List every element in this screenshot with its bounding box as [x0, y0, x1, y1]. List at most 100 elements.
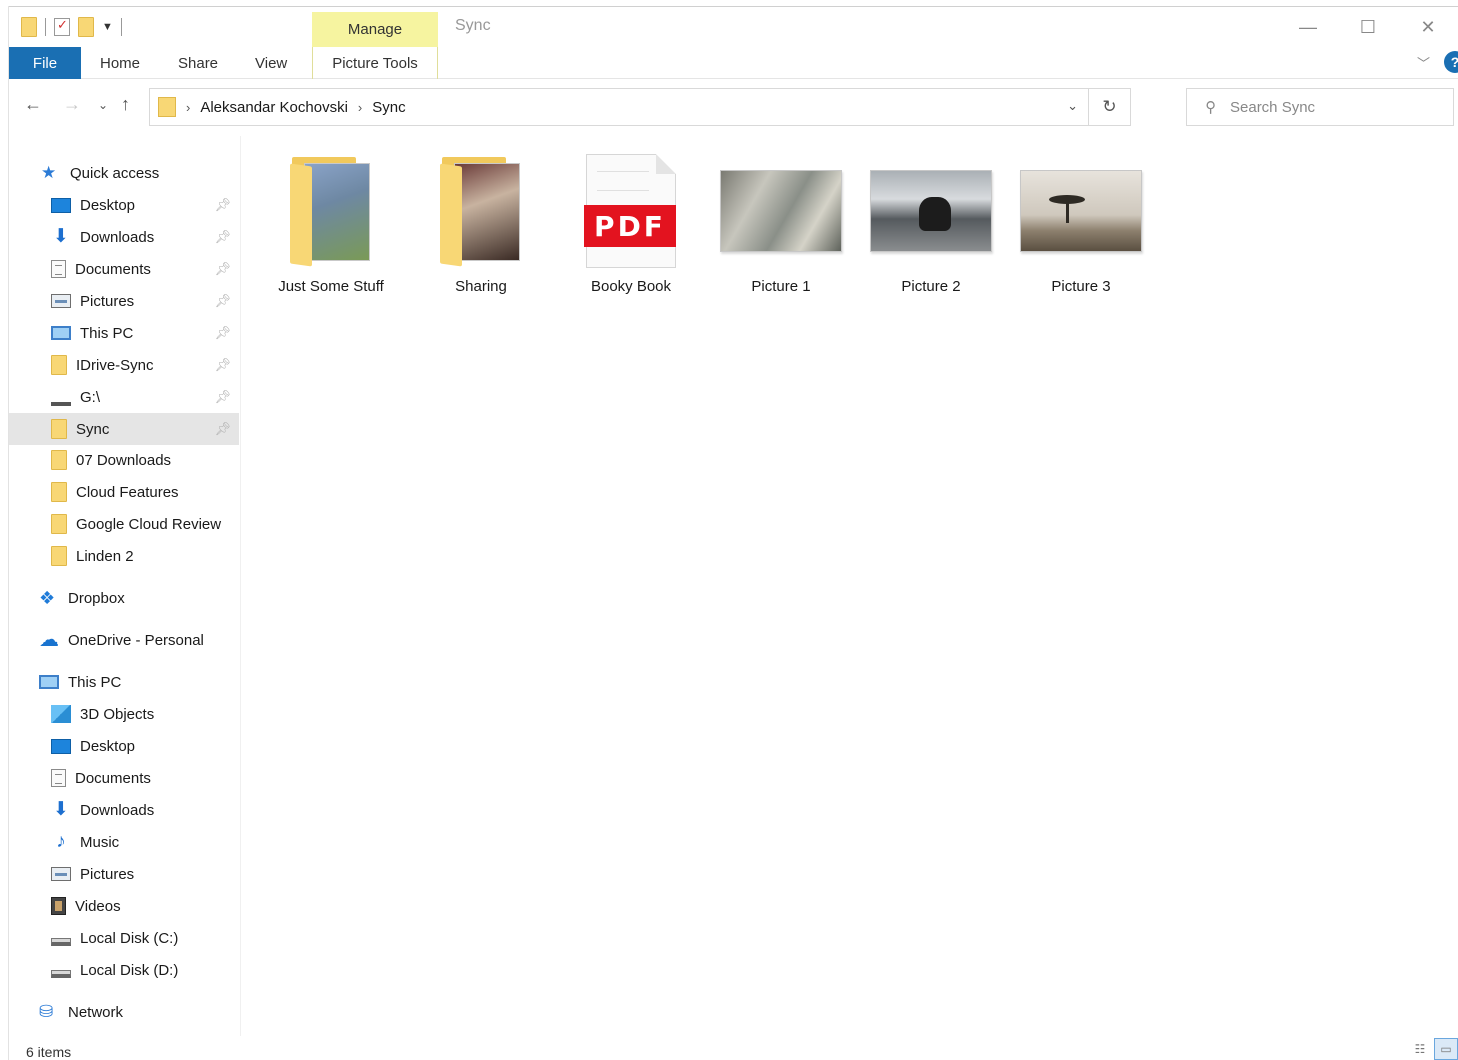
maximize-button[interactable]: ☐: [1338, 7, 1398, 47]
pin-icon[interactable]: 📌︎: [214, 293, 231, 309]
nav-pc-downloads[interactable]: ⬇ Downloads: [9, 794, 239, 826]
nav-onedrive[interactable]: ☁ OneDrive - Personal: [9, 624, 239, 656]
file-name: Sharing: [455, 278, 507, 295]
navigation-pane: ★ Quick access Desktop 📌︎ ⬇ Downloads 📌︎…: [9, 136, 241, 1036]
new-folder-icon[interactable]: [78, 17, 94, 37]
breadcrumb-sync[interactable]: Sync: [372, 99, 405, 116]
file-item-image[interactable]: Picture 1: [711, 151, 851, 301]
videos-icon: [51, 897, 66, 915]
nav-quick-pictures[interactable]: Pictures 📌︎: [9, 285, 239, 317]
star-icon: ★: [41, 163, 57, 182]
address-dropdown-icon[interactable]: ⌄: [1067, 98, 1078, 114]
nav-quick-sync[interactable]: Sync 📌︎: [9, 413, 239, 445]
nav-pc-desktop[interactable]: Desktop: [9, 730, 239, 762]
properties-icon[interactable]: [54, 17, 70, 36]
nav-quick-desktop[interactable]: Desktop 📌︎: [9, 189, 239, 221]
breadcrumb-user[interactable]: Aleksandar Kochovski: [200, 99, 348, 116]
nav-quick-google-cloud-review[interactable]: Google Cloud Review: [9, 508, 239, 540]
pin-icon[interactable]: 📌︎: [214, 421, 231, 437]
search-input[interactable]: ⚲ Search Sync: [1186, 88, 1454, 126]
pin-icon[interactable]: 📌︎: [214, 325, 231, 341]
nav-label: Desktop: [80, 196, 136, 214]
nav-label: IDrive-Sync: [76, 356, 154, 374]
nav-dropbox[interactable]: ❖ Dropbox: [9, 582, 239, 614]
tab-picture-tools[interactable]: Picture Tools: [312, 47, 438, 79]
nav-quick-idrive-sync[interactable]: IDrive-Sync 📌︎: [9, 349, 239, 381]
forward-arrow-icon[interactable]: →: [63, 94, 81, 115]
file-name: Picture 3: [1051, 278, 1111, 295]
pin-icon[interactable]: 📌︎: [214, 357, 231, 373]
tab-share[interactable]: Share: [178, 47, 218, 79]
tab-view[interactable]: View: [255, 47, 287, 79]
pin-icon[interactable]: 📌︎: [214, 197, 231, 213]
large-icons-view-icon[interactable]: ▭: [1434, 1038, 1458, 1060]
folder-icon: [51, 355, 67, 375]
nav-pc-3d-objects[interactable]: 3D Objects: [9, 698, 239, 730]
nav-quick-07-downloads[interactable]: 07 Downloads: [9, 444, 239, 476]
nav-quick-this-pc[interactable]: This PC 📌︎: [9, 317, 239, 349]
expand-ribbon-icon[interactable]: ﹀: [1417, 53, 1430, 72]
folder-icon: [440, 155, 522, 267]
nav-quick-cloud-features[interactable]: Cloud Features: [9, 476, 239, 508]
nav-pc-local-disk-c[interactable]: Local Disk (C:): [9, 922, 239, 954]
folder-icon: [51, 546, 67, 566]
folder-icon: [51, 514, 67, 534]
folder-icon: [51, 419, 67, 439]
drive-icon: [51, 396, 71, 406]
refresh-icon[interactable]: ↻: [1088, 89, 1130, 125]
minimize-button[interactable]: —: [1278, 7, 1338, 47]
up-arrow-icon[interactable]: ↑: [121, 94, 130, 115]
nav-quick-linden-2[interactable]: Linden 2: [9, 540, 239, 572]
folder-icon[interactable]: [21, 17, 37, 37]
image-thumbnail: [870, 151, 992, 271]
details-view-icon[interactable]: ☷: [1408, 1038, 1432, 1060]
tab-home[interactable]: Home: [100, 47, 140, 79]
nav-label: Local Disk (D:): [80, 961, 179, 979]
nav-this-pc[interactable]: This PC: [9, 666, 239, 698]
tab-file[interactable]: File: [9, 47, 81, 79]
nav-quick-access[interactable]: ★ Quick access: [9, 157, 239, 189]
address-bar[interactable]: › Aleksandar Kochovski › Sync ⌄ ↻: [149, 88, 1131, 126]
nav-pc-videos[interactable]: Videos: [9, 890, 239, 922]
nav-network[interactable]: ⛁ Network: [9, 996, 239, 1028]
manage-contextual-tab[interactable]: Manage: [312, 12, 438, 47]
file-item-image[interactable]: Picture 3: [1011, 151, 1151, 301]
file-item-folder[interactable]: Just Some Stuff: [261, 151, 401, 301]
help-icon[interactable]: ?: [1444, 51, 1458, 73]
pin-icon[interactable]: 📌︎: [214, 229, 231, 245]
close-button[interactable]: ✕: [1398, 7, 1458, 47]
nav-quick-downloads[interactable]: ⬇ Downloads 📌︎: [9, 221, 239, 253]
3d-objects-icon: [51, 705, 71, 723]
file-item-image[interactable]: Picture 2: [861, 151, 1001, 301]
nav-label: Cloud Features: [76, 483, 179, 501]
file-item-pdf[interactable]: PDF Booky Book: [561, 151, 701, 301]
pin-icon[interactable]: 📌︎: [214, 389, 231, 405]
nav-label: Documents: [75, 769, 151, 787]
file-view: Just Some Stuff Sharing PDF Booky Book P…: [242, 136, 1458, 1036]
nav-quick-documents[interactable]: Documents 📌︎: [9, 253, 239, 285]
nav-pc-music[interactable]: ♪ Music: [9, 826, 239, 858]
nav-quick-g-drive[interactable]: G:\ 📌︎: [9, 381, 239, 413]
downloads-icon: ⬇: [53, 226, 69, 247]
recent-locations-icon[interactable]: ⌄: [98, 98, 108, 112]
pin-icon[interactable]: 📌︎: [214, 261, 231, 277]
status-bar: 6 items ☷ ▭: [9, 1038, 1458, 1060]
title-bar: ▼ Manage Sync — ☐ ✕: [9, 7, 1458, 47]
nav-label: 07 Downloads: [76, 451, 172, 469]
nav-pc-pictures[interactable]: Pictures: [9, 858, 239, 890]
image-preview: [720, 170, 842, 252]
nav-label: Google Cloud Review: [76, 515, 222, 533]
file-item-folder[interactable]: Sharing: [411, 151, 551, 301]
music-icon: ♪: [56, 831, 66, 852]
nav-pc-documents[interactable]: Documents: [9, 762, 239, 794]
nav-label: Network: [68, 1003, 124, 1021]
nav-pc-local-disk-d[interactable]: Local Disk (D:): [9, 954, 239, 986]
customize-toolbar-icon[interactable]: ▼: [102, 21, 113, 33]
desktop-icon: [51, 197, 71, 213]
downloads-icon: ⬇: [53, 799, 69, 820]
breadcrumb-separator[interactable]: ›: [358, 100, 362, 115]
folder-icon: [51, 450, 67, 470]
back-arrow-icon[interactable]: ←: [24, 94, 42, 115]
file-name: Booky Book: [590, 278, 672, 295]
breadcrumb-separator[interactable]: ›: [186, 100, 190, 115]
